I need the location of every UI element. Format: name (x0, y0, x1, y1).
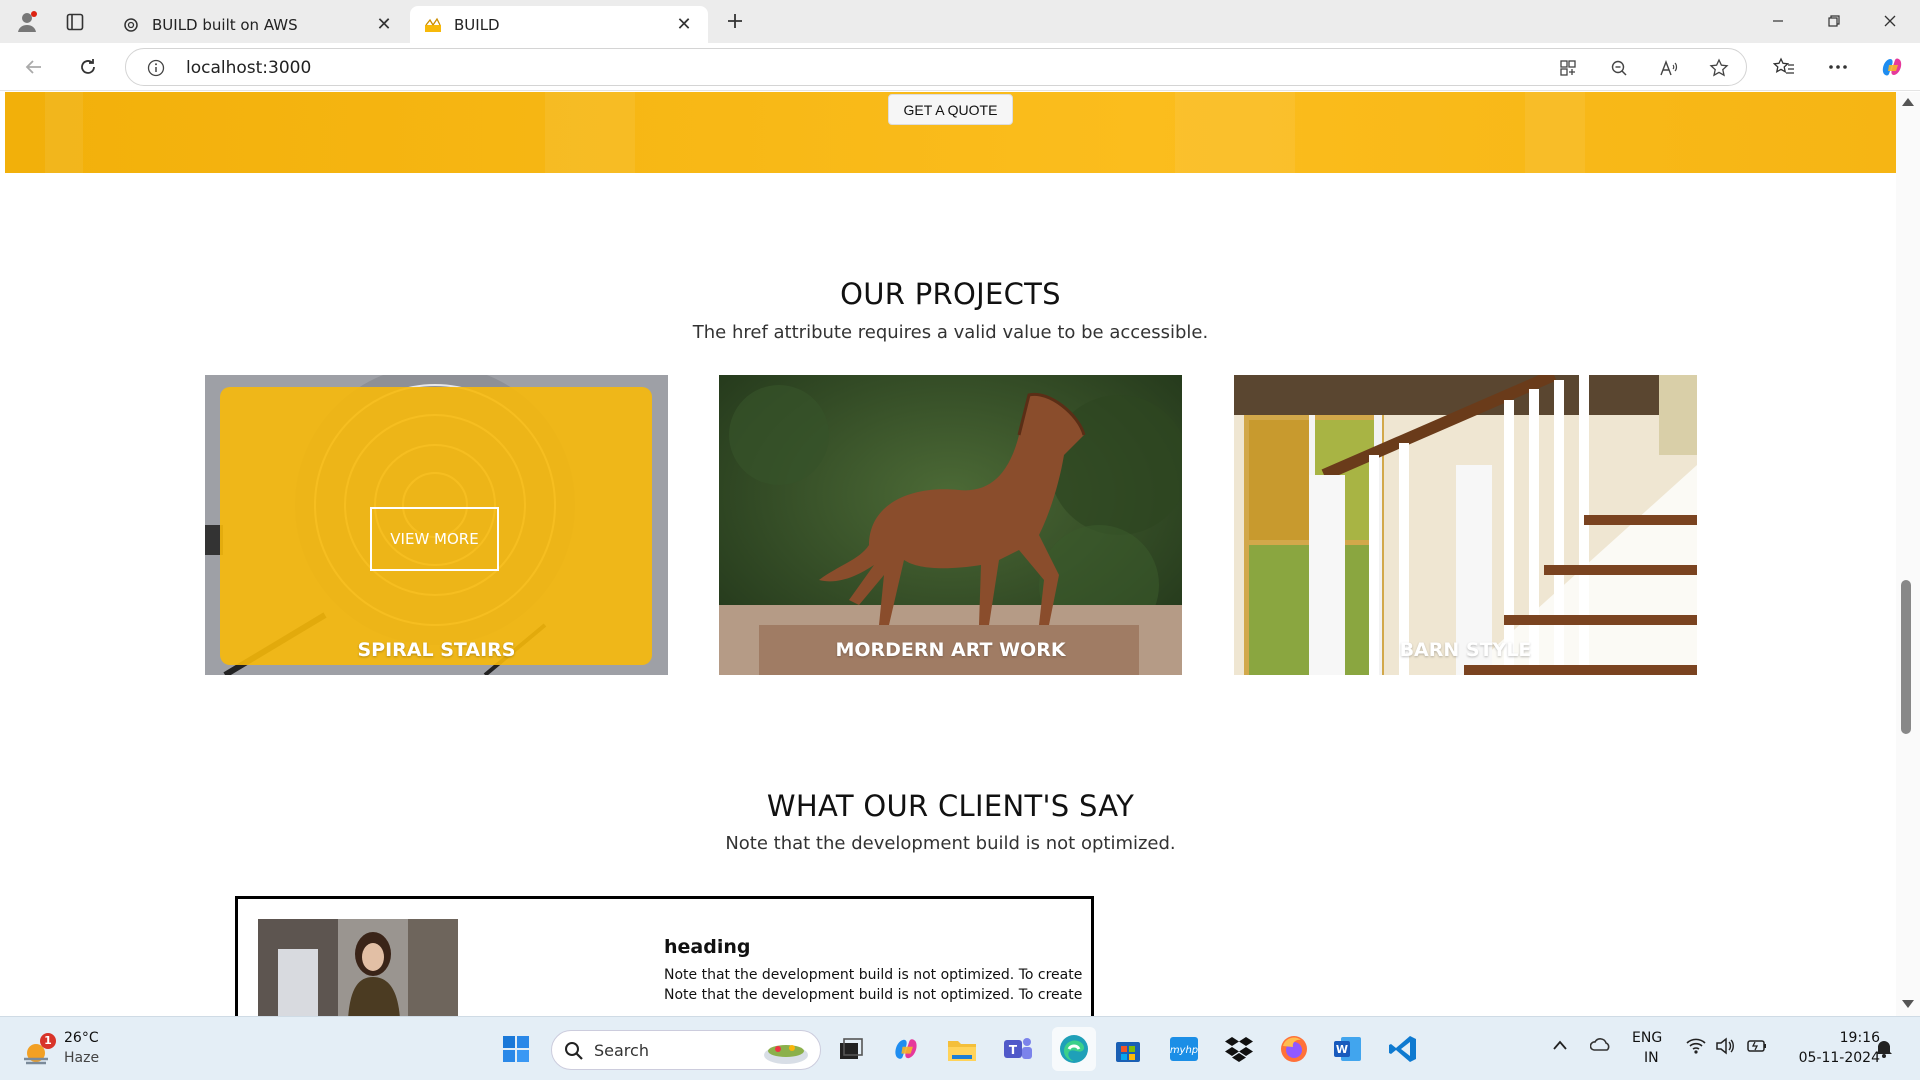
restore-button[interactable] (1806, 6, 1862, 36)
page-scrollbar[interactable] (1896, 92, 1920, 1016)
wifi-icon[interactable] (1686, 1037, 1706, 1055)
omnibox[interactable]: localhost:3000 (125, 48, 1747, 86)
file-explorer-icon[interactable] (940, 1027, 984, 1071)
new-tab-button[interactable] (718, 6, 752, 36)
tab-title: BUILD (454, 15, 500, 34)
task-view-icon[interactable] (829, 1027, 873, 1071)
taskbar-search[interactable]: Search (551, 1030, 821, 1070)
testimonial-line: Note that the development build is not o… (664, 987, 1083, 1003)
myhp-icon[interactable]: myhp (1162, 1027, 1206, 1071)
more-options-icon[interactable] (1822, 52, 1854, 82)
hero-decor (1525, 92, 1585, 173)
projects-title: OUR PROJECTS (840, 277, 1061, 311)
close-tab-icon[interactable]: ✕ (674, 14, 694, 35)
teams-icon[interactable]: T (996, 1027, 1040, 1071)
hero-decor (45, 92, 83, 173)
tab-build[interactable]: BUILD ✕ (410, 6, 708, 43)
testimonials-title: WHAT OUR CLIENT'S SAY (766, 789, 1135, 823)
favorite-star-icon[interactable] (1707, 57, 1731, 79)
page-viewport: GET A QUOTE OUR PROJECTS The href attrib… (5, 92, 1896, 1016)
notification-bell-icon[interactable] (1874, 1038, 1894, 1058)
back-button[interactable] (18, 52, 50, 82)
weather-desc: Haze (64, 1050, 100, 1066)
chatgpt-favicon-icon (122, 16, 140, 34)
firefox-icon[interactable] (1272, 1027, 1316, 1071)
project-label: MORDERN ART WORK (835, 639, 1066, 661)
weather-widget[interactable]: 1 (18, 1031, 58, 1071)
search-highlight-icon (762, 1037, 810, 1065)
dropbox-icon[interactable] (1217, 1027, 1261, 1071)
svg-text:myhp: myhp (1170, 1045, 1198, 1056)
view-more-button[interactable]: VIEW MORE (370, 507, 499, 571)
weather-badge: 1 (44, 1034, 52, 1047)
client-photo (258, 919, 458, 1016)
close-tab-icon[interactable]: ✕ (374, 14, 394, 35)
word-icon[interactable]: W (1326, 1027, 1370, 1071)
start-button[interactable] (494, 1027, 538, 1071)
svg-text:W: W (1336, 1043, 1348, 1056)
volume-icon[interactable] (1715, 1037, 1735, 1055)
refresh-button[interactable] (72, 52, 104, 82)
copilot-app-icon[interactable] (884, 1027, 928, 1071)
projects-subtitle: The href attribute requires a valid valu… (692, 322, 1209, 343)
taskbar: 1 26°C Haze Search T myhp W ENG IN 19:16… (0, 1016, 1920, 1080)
app-available-icon[interactable] (1556, 57, 1580, 79)
project-label: BARN STYLE (1399, 639, 1532, 661)
barn-stairs-image (1234, 375, 1697, 675)
testimonial-text: Note that the development build is not o… (664, 965, 1084, 1005)
scrollbar-thumb[interactable] (1901, 580, 1911, 734)
hero-banner: GET A QUOTE (5, 92, 1896, 173)
weather-temp: 26°C (64, 1030, 99, 1046)
tab-title: BUILD built on AWS (152, 15, 298, 34)
language-region: IN (1644, 1050, 1659, 1066)
close-window-button[interactable] (1862, 6, 1918, 36)
project-card-spiral-stairs[interactable]: VIEW MORE SPIRAL STAIRS (205, 375, 668, 675)
hero-decor (1175, 92, 1295, 173)
project-label: SPIRAL STAIRS (357, 639, 516, 661)
svg-text:T: T (1009, 1043, 1018, 1057)
battery-icon[interactable] (1746, 1037, 1768, 1055)
favorites-icon[interactable] (1768, 52, 1800, 82)
tab-actions-icon[interactable] (60, 8, 90, 36)
build-favicon-icon (424, 16, 442, 34)
minimize-button[interactable] (1750, 6, 1806, 36)
profile-icon[interactable] (12, 8, 42, 36)
get-a-quote-button[interactable]: GET A QUOTE (888, 94, 1013, 125)
testimonial-card: heading Note that the development build … (235, 896, 1094, 1016)
vscode-icon[interactable] (1381, 1027, 1425, 1071)
card-hover-overlay: VIEW MORE (220, 387, 652, 665)
address-bar-row: localhost:3000 (0, 43, 1920, 91)
search-placeholder: Search (594, 1041, 649, 1060)
project-card-barn-style[interactable]: BARN STYLE (1234, 375, 1697, 675)
microsoft-store-icon[interactable] (1106, 1027, 1150, 1071)
language-indicator[interactable]: ENG (1632, 1030, 1662, 1046)
testimonial-line: Note that the development build is not o… (664, 967, 1083, 983)
copilot-icon[interactable] (1876, 52, 1908, 82)
clock-time[interactable]: 19:16 (1820, 1030, 1880, 1046)
testimonial-heading: heading (664, 936, 751, 958)
url-text[interactable]: localhost:3000 (186, 58, 311, 78)
tab-strip: BUILD built on AWS ✕ BUILD ✕ (0, 0, 1920, 43)
project-card-modern-art[interactable]: MORDERN ART WORK (719, 375, 1182, 675)
clock-date[interactable]: 05-11-2024 (1782, 1050, 1880, 1066)
site-info-icon[interactable] (144, 57, 168, 79)
testimonials-subtitle: Note that the development build is not o… (725, 833, 1176, 854)
horse-statue-image (719, 375, 1182, 675)
search-icon (564, 1041, 584, 1061)
hero-decor (545, 92, 635, 173)
tab-build-aws[interactable]: BUILD built on AWS ✕ (108, 6, 408, 43)
read-aloud-icon[interactable] (1657, 57, 1681, 79)
zoom-out-icon[interactable] (1607, 57, 1631, 79)
edge-browser-icon[interactable] (1052, 1027, 1096, 1071)
show-hidden-icons[interactable] (1552, 1039, 1568, 1051)
onedrive-icon[interactable] (1590, 1036, 1612, 1054)
